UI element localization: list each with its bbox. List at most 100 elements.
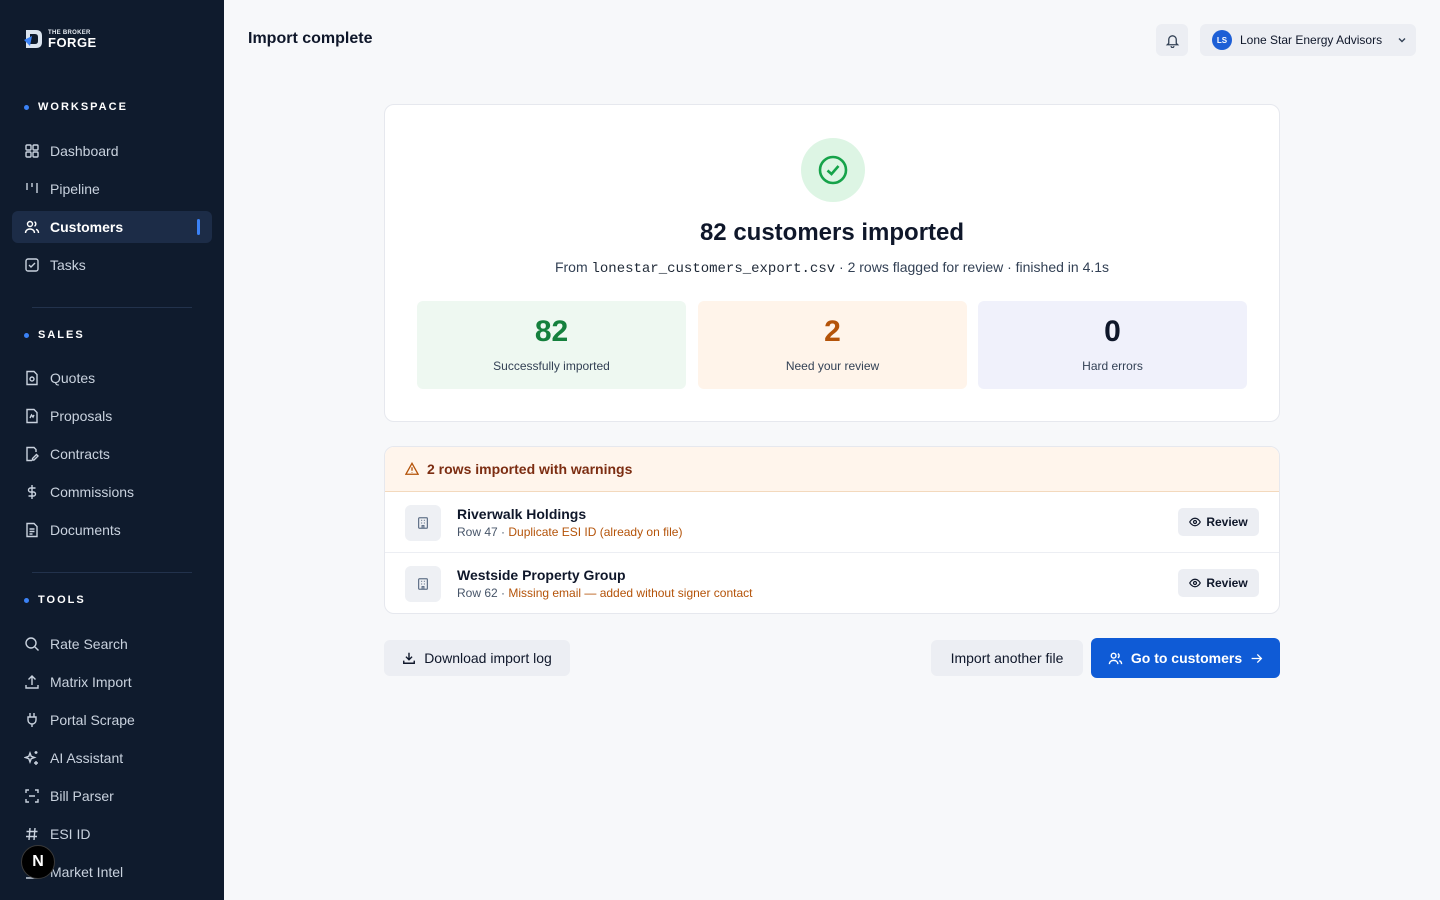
row-meta: Row 62 · Missing email — added without s…	[457, 586, 752, 600]
quote-doc-icon	[24, 370, 40, 386]
sidebar-item-label: Bill Parser	[50, 788, 114, 804]
dollar-icon	[24, 484, 40, 500]
checkbox-icon	[24, 257, 40, 273]
contract-icon	[24, 446, 40, 462]
section-label-text: TOOLS	[38, 594, 86, 606]
dev-badge[interactable]: N	[21, 845, 55, 879]
sidebar-item-label: Market Intel	[50, 864, 124, 880]
sidebar-item-proposals[interactable]: Proposals	[12, 400, 212, 432]
review-button[interactable]: Review	[1178, 569, 1259, 597]
sidebar-item-label: Dashboard	[50, 143, 119, 159]
notifications-button[interactable]	[1156, 24, 1188, 56]
row-number: Row 47 ·	[457, 525, 509, 539]
document-icon	[24, 522, 40, 538]
sidebar-item-label: Portal Scrape	[50, 712, 135, 728]
sidebar-item-pipeline[interactable]: Pipeline	[12, 173, 212, 205]
grid-icon	[24, 143, 40, 159]
stat-label: Hard errors	[1082, 359, 1143, 373]
page-title: Import complete	[248, 30, 373, 47]
import-filename: lonestar_customers_export.csv	[591, 261, 836, 277]
sidebar-item-bill-parser[interactable]: Bill Parser	[12, 780, 212, 812]
sidebar-item-label: ESI ID	[50, 826, 91, 842]
check-circle-icon	[818, 155, 848, 185]
stat-label: Need your review	[785, 359, 880, 373]
review-label: Review	[1206, 576, 1248, 590]
brand-logo[interactable]: THE BROKER FORGE	[24, 28, 97, 50]
import-another-label: Import another file	[950, 650, 1064, 666]
warning-message: Missing email — added without signer con…	[508, 586, 753, 600]
arrow-right-icon	[1251, 653, 1263, 663]
subtitle-suffix: · 2 rows flagged for review · finished i…	[835, 259, 1110, 275]
customer-name: Westside Property Group	[457, 567, 626, 583]
stat-imported: 82 Successfully imported	[417, 301, 686, 389]
section-label-sales: SALES	[24, 329, 85, 341]
hash-icon	[24, 826, 40, 842]
import-another-button[interactable]: Import another file	[931, 640, 1083, 676]
sidebar-item-commissions[interactable]: Commissions	[12, 476, 212, 508]
warnings-header: 2 rows imported with warnings	[385, 447, 1279, 492]
sidebar-item-documents[interactable]: Documents	[12, 514, 212, 546]
building-icon	[405, 505, 441, 541]
building-icon	[405, 566, 441, 602]
sidebar-item-label: AI Assistant	[50, 750, 124, 766]
eye-icon	[1189, 578, 1202, 588]
go-to-customers-label: Go to customers	[1130, 650, 1243, 666]
sidebar-item-label: Rate Search	[50, 636, 128, 652]
warning-message: Duplicate ESI ID (already on file)	[508, 525, 683, 539]
bell-icon	[1165, 34, 1179, 48]
section-dot	[24, 104, 29, 110]
logo-mark-icon	[24, 30, 42, 48]
avatar: LS	[1212, 30, 1232, 50]
scan-icon	[24, 788, 40, 804]
import-summary-card: 82 customers imported From lonestar_cust…	[384, 104, 1280, 422]
sidebar-item-rate-search[interactable]: Rate Search	[12, 628, 212, 660]
warning-row: Westside Property Group Row 62 · Missing…	[385, 553, 1279, 613]
customer-name: Riverwalk Holdings	[457, 506, 587, 522]
section-dot	[24, 332, 29, 338]
download-icon	[403, 652, 416, 664]
stat-label: Successfully imported	[493, 359, 610, 373]
chevron-down-icon	[1396, 34, 1408, 46]
users-icon	[1108, 652, 1123, 664]
sidebar-item-customers[interactable]: Customers	[12, 211, 212, 243]
sparkles-icon	[24, 750, 40, 766]
review-button[interactable]: Review	[1178, 508, 1259, 536]
stat-value: 0	[1104, 315, 1121, 348]
sidebar-item-label: Proposals	[50, 408, 113, 424]
sidebar-item-tasks[interactable]: Tasks	[12, 249, 212, 281]
users-icon	[24, 219, 40, 235]
sidebar-item-portal-scrape[interactable]: Portal Scrape	[12, 704, 212, 736]
warning-icon	[405, 462, 419, 475]
import-subtitle: From lonestar_customers_export.csv · 2 r…	[385, 259, 1279, 277]
sidebar-item-contracts[interactable]: Contracts	[12, 438, 212, 470]
section-label-tools: TOOLS	[24, 594, 86, 606]
warnings-title: 2 rows imported with warnings	[427, 461, 633, 477]
account-name: Lone Star Energy Advisors	[1240, 33, 1383, 47]
proposal-doc-icon	[24, 408, 40, 424]
sidebar-item-ai-assistant[interactable]: AI Assistant	[12, 742, 212, 774]
section-dot	[24, 597, 29, 603]
upload-icon	[24, 674, 40, 690]
sidebar-item-label: Commissions	[50, 484, 135, 500]
logo-big-text: FORGE	[48, 34, 97, 50]
sidebar-item-label: Pipeline	[50, 181, 100, 197]
sidebar-item-label: Quotes	[50, 370, 96, 386]
review-label: Review	[1206, 515, 1248, 529]
sidebar-item-dashboard[interactable]: Dashboard	[12, 135, 212, 167]
row-meta: Row 47 · Duplicate ESI ID (already on fi…	[457, 525, 682, 539]
go-to-customers-button[interactable]: Go to customers	[1091, 638, 1280, 678]
account-switcher[interactable]: LS Lone Star Energy Advisors	[1200, 24, 1416, 56]
sidebar-item-quotes[interactable]: Quotes	[12, 362, 212, 394]
stat-review: 2 Need your review	[698, 301, 967, 389]
success-badge	[801, 138, 865, 202]
section-label-workspace: WORKSPACE	[24, 101, 128, 113]
eye-icon	[1189, 517, 1202, 527]
sidebar-divider	[32, 307, 192, 308]
pipeline-icon	[24, 181, 40, 197]
download-log-button[interactable]: Download import log	[384, 640, 570, 676]
download-label: Download import log	[424, 650, 552, 666]
row-number: Row 62 ·	[457, 586, 509, 600]
sidebar-item-matrix-import[interactable]: Matrix Import	[12, 666, 212, 698]
subtitle-prefix: From	[554, 259, 592, 275]
sidebar-item-label: Matrix Import	[50, 674, 132, 690]
